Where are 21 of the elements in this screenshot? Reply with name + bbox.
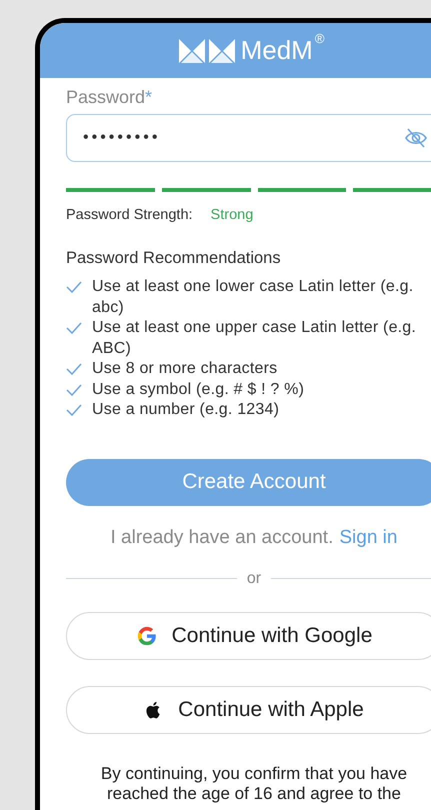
password-field[interactable]: ••••••••• — [66, 114, 431, 162]
logo-icon — [178, 38, 235, 62]
brand-name: MedM — [240, 35, 313, 66]
recommendation-text: Use at least one lower case Latin letter (e.g. abc) — [92, 277, 414, 318]
recommendation-text: Use 8 or more characters — [92, 359, 278, 379]
strength-label: Password Strength: — [66, 207, 193, 223]
registered-mark: ® — [314, 31, 324, 46]
eye-slash-icon[interactable] — [404, 126, 428, 150]
recommendations-title: Password Recommendations — [66, 249, 282, 268]
strength-value: Strong — [210, 207, 254, 223]
age-consent-text: By continuing, you confirm that you have reached the age of 16 and agree to the — [100, 764, 408, 804]
recommendation-text: Use at least one upper case Latin letter (e.g. ABC) — [92, 318, 418, 358]
divider-text: or — [246, 570, 262, 588]
apple-button[interactable]: Continue with Apple — [66, 686, 431, 734]
field-label: Password — [66, 87, 146, 108]
google-g-icon — [136, 624, 158, 646]
recommendation-text: Use a symbol (e.g. # $ ! ? %) — [92, 380, 306, 400]
sign-in-prompt: I already have an account. — [110, 526, 334, 548]
required-mark: * — [145, 87, 152, 108]
google-button[interactable]: Continue with Google — [66, 612, 431, 660]
recommendation-text: Use a number (e.g. 1234) — [92, 400, 280, 420]
